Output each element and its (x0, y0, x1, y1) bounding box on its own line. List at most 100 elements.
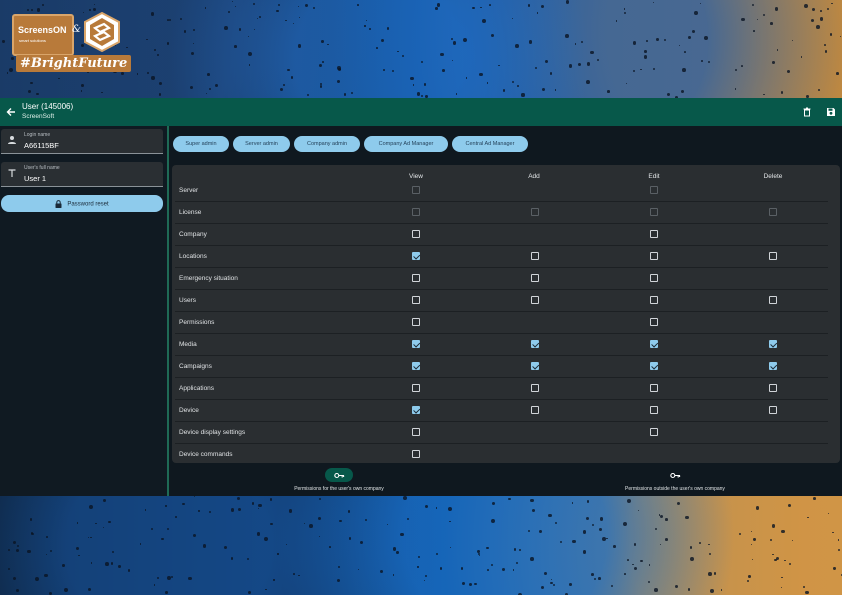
background-speck (586, 80, 591, 85)
background-speck (480, 6, 482, 9)
edit-checkbox[interactable] (650, 428, 658, 436)
edit-checkbox[interactable] (650, 384, 658, 392)
edit-checkbox[interactable] (650, 340, 658, 348)
add-checkbox[interactable] (531, 252, 539, 260)
background-speck (7, 548, 10, 551)
background-speck (391, 69, 395, 73)
background-speck (251, 502, 255, 505)
background-speck (387, 523, 389, 526)
chip-company-admin[interactable]: Company admin (294, 136, 360, 152)
edit-checkbox (650, 208, 658, 216)
table-row: Locations (172, 246, 832, 268)
full-name-field[interactable]: User's full name User 1 (1, 162, 163, 187)
add-checkbox[interactable] (531, 296, 539, 304)
background-speck (813, 497, 816, 500)
nav-outside-company[interactable]: Permissions outside the user's own compa… (600, 468, 750, 492)
view-checkbox[interactable] (412, 318, 420, 326)
background-speck (807, 517, 809, 519)
delete-checkbox[interactable] (769, 406, 777, 414)
edit-checkbox[interactable] (650, 362, 658, 370)
background-speck (521, 93, 525, 97)
delete-icon[interactable] (801, 106, 813, 118)
background-speck (615, 20, 618, 22)
background-speck (472, 6, 475, 10)
chip-company-ad-manager[interactable]: Company Ad Manager (364, 136, 448, 152)
background-speck (551, 578, 553, 580)
background-speck (376, 47, 378, 49)
view-checkbox[interactable] (412, 230, 420, 238)
delete-checkbox[interactable] (769, 340, 777, 348)
background-speck (476, 549, 480, 553)
background-speck (158, 93, 162, 96)
background-speck (209, 88, 212, 91)
chip-server-admin[interactable]: Server admin (233, 136, 290, 152)
background-speck (343, 93, 347, 96)
view-checkbox[interactable] (412, 340, 420, 348)
add-checkbox[interactable] (531, 340, 539, 348)
add-checkbox[interactable] (531, 274, 539, 282)
background-speck (420, 94, 423, 97)
delete-checkbox[interactable] (769, 296, 777, 304)
background-speck (46, 554, 48, 556)
sidebar: Login name A66115BF User's full name Use… (0, 126, 167, 496)
background-speck (508, 497, 511, 501)
row-label: Locations (179, 253, 207, 260)
edit-checkbox[interactable] (650, 406, 658, 414)
background-speck (784, 559, 787, 562)
background-speck (640, 559, 643, 563)
background-speck (689, 546, 693, 549)
background-speck (826, 7, 829, 10)
background-speck (689, 557, 694, 561)
background-speck (206, 73, 210, 77)
background-speck (541, 586, 545, 590)
nav-own-company-pill[interactable] (325, 468, 353, 482)
back-arrow-icon[interactable] (5, 106, 17, 118)
chip-super-admin[interactable]: Super admin (173, 136, 229, 152)
login-name-value[interactable]: A66115BF (24, 141, 59, 150)
view-checkbox[interactable] (412, 428, 420, 436)
edit-checkbox[interactable] (650, 296, 658, 304)
edit-checkbox[interactable] (650, 252, 658, 260)
login-name-field[interactable]: Login name A66115BF (1, 129, 163, 154)
background-speck (105, 562, 109, 566)
add-checkbox[interactable] (531, 384, 539, 392)
background-speck (479, 72, 483, 77)
view-checkbox[interactable] (412, 450, 420, 458)
edit-checkbox[interactable] (650, 230, 658, 238)
view-checkbox[interactable] (412, 384, 420, 392)
background-speck (28, 89, 32, 93)
chip-central-ad-manager[interactable]: Central Ad Manager (452, 136, 528, 152)
background-speck (599, 527, 603, 531)
view-checkbox[interactable] (412, 362, 420, 370)
background-speck (762, 13, 765, 16)
background-speck (781, 529, 786, 534)
password-reset-button[interactable]: Password reset (1, 195, 163, 212)
view-checkbox[interactable] (412, 252, 420, 260)
full-name-value[interactable]: User 1 (24, 174, 46, 183)
background-speck (44, 573, 48, 578)
edit-checkbox[interactable] (650, 274, 658, 282)
background-speck (709, 589, 714, 593)
delete-checkbox[interactable] (769, 252, 777, 260)
nav-own-company[interactable]: Permissions for the user's own company (264, 468, 414, 492)
view-checkbox[interactable] (412, 406, 420, 414)
background-speck (530, 557, 534, 561)
save-icon[interactable] (825, 106, 837, 118)
delete-checkbox[interactable] (769, 384, 777, 392)
edit-checkbox[interactable] (650, 318, 658, 326)
background-speck (596, 59, 599, 62)
background-speck (599, 517, 604, 521)
delete-checkbox[interactable] (769, 362, 777, 370)
background-speck (93, 4, 95, 6)
background-speck (401, 54, 405, 58)
background-speck (811, 19, 815, 23)
row-label: Permissions (179, 319, 215, 326)
add-checkbox[interactable] (531, 362, 539, 370)
nav-outside-company-pill[interactable] (661, 468, 689, 482)
nav-outside-company-label: Permissions outside the user's own compa… (625, 486, 725, 492)
view-checkbox[interactable] (412, 296, 420, 304)
add-checkbox[interactable] (531, 406, 539, 414)
background-speck (653, 67, 656, 70)
view-checkbox[interactable] (412, 274, 420, 282)
background-speck (530, 498, 535, 503)
